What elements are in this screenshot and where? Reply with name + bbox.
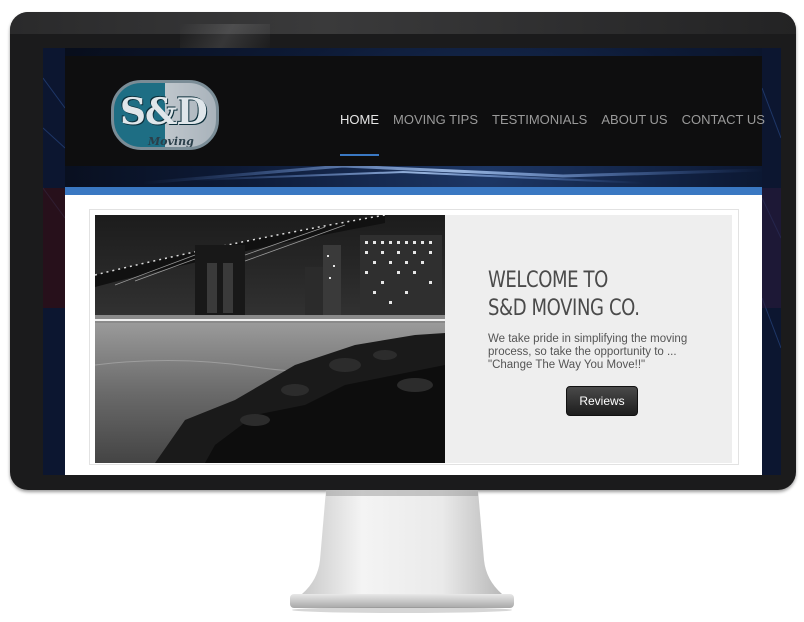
nav-testimonials[interactable]: TESTIMONIALS (492, 112, 587, 156)
monitor-frame: S&D Moving HOME MOVING TIPS TESTIMONIALS… (10, 12, 796, 490)
logo-text: S&D (120, 91, 208, 133)
main-content: WELCOME TO S&D MOVING CO. We take pride … (65, 195, 762, 475)
bridge-photo (95, 215, 445, 463)
welcome-box: WELCOME TO S&D MOVING CO. We take pride … (445, 215, 732, 463)
nav-moving-tips[interactable]: MOVING TIPS (393, 112, 478, 156)
nav-contact-us[interactable]: CONTACT US (682, 112, 765, 156)
monitor-stand (290, 490, 514, 613)
site-logo[interactable]: S&D Moving (111, 80, 219, 150)
welcome-title-line2: S&D MOVING CO. (488, 296, 640, 321)
welcome-title-line1: WELCOME TO (488, 268, 608, 293)
logo-subtext: Moving (148, 135, 194, 148)
nav-about-us[interactable]: ABOUT US (601, 112, 667, 156)
main-nav: HOME MOVING TIPS TESTIMONIALS ABOUT US C… (340, 112, 765, 156)
welcome-heading: WELCOME TO S&D MOVING CO. (488, 267, 640, 323)
nav-home[interactable]: HOME (340, 112, 379, 156)
welcome-description: We take pride in simplifying the moving … (488, 333, 688, 371)
site-header: S&D Moving HOME MOVING TIPS TESTIMONIALS… (65, 56, 765, 166)
accent-bar (65, 187, 762, 195)
website-screen: S&D Moving HOME MOVING TIPS TESTIMONIALS… (43, 48, 781, 475)
reviews-button[interactable]: Reviews (566, 386, 638, 416)
